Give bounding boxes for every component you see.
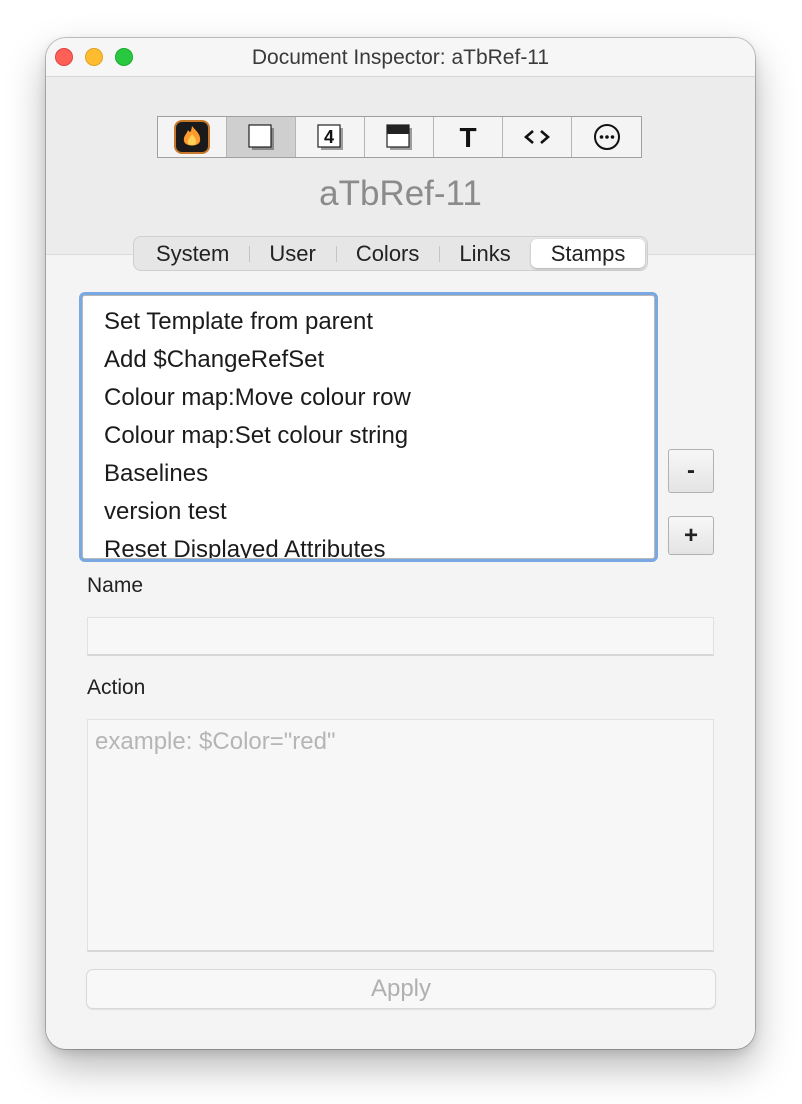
toolbar-button-more[interactable] bbox=[572, 117, 641, 157]
title-bar: Document Inspector: aTbRef-11 bbox=[46, 38, 755, 77]
toolbar-button-text[interactable]: T bbox=[434, 117, 503, 157]
list-item[interactable]: version test bbox=[83, 493, 654, 531]
list-item[interactable]: Baselines bbox=[83, 455, 654, 493]
action-placeholder: example: $Color="red" bbox=[95, 728, 336, 755]
toolbar-button-app[interactable] bbox=[158, 117, 227, 157]
toolbar-button-number[interactable]: 4 bbox=[296, 117, 365, 157]
window-title: Document Inspector: aTbRef-11 bbox=[251, 46, 550, 69]
tab-user[interactable]: User bbox=[249, 239, 335, 268]
name-label: Name bbox=[87, 574, 144, 597]
action-label: Action bbox=[87, 676, 146, 699]
inspector-toolbar: 4 T bbox=[157, 116, 642, 158]
list-item[interactable]: Add $ChangeRefSet bbox=[83, 341, 654, 379]
tab-colors[interactable]: Colors bbox=[335, 239, 440, 268]
flame-app-icon bbox=[174, 120, 210, 154]
text-T-icon: T bbox=[459, 122, 476, 153]
svg-text:4: 4 bbox=[324, 127, 334, 147]
more-ellipsis-icon bbox=[593, 124, 620, 150]
svg-text:T: T bbox=[459, 122, 476, 153]
list-item[interactable]: Set Template from parent bbox=[83, 303, 654, 341]
number-4-icon: 4 bbox=[317, 124, 343, 150]
code-brackets-icon bbox=[524, 130, 550, 144]
list-item[interactable]: Colour map:Set colour string bbox=[83, 417, 654, 455]
document-inspector-window: Document Inspector: aTbRef-11 4 T aTbRef… bbox=[46, 38, 755, 1049]
stamp-list[interactable]: Set Template from parent Add $ChangeRefS… bbox=[82, 295, 655, 559]
tab-system[interactable]: System bbox=[136, 239, 249, 268]
add-stamp-button[interactable]: + bbox=[668, 516, 714, 555]
name-field[interactable] bbox=[87, 617, 714, 656]
toolbar-button-appearance[interactable] bbox=[365, 117, 434, 157]
toolbar-button-document[interactable] bbox=[227, 117, 296, 157]
tab-stamps[interactable]: Stamps bbox=[530, 239, 646, 268]
list-item[interactable]: Colour map:Move colour row bbox=[83, 379, 654, 417]
document-name: aTbRef-11 bbox=[319, 174, 482, 213]
remove-stamp-button[interactable]: - bbox=[668, 449, 714, 493]
toolbar-button-code[interactable] bbox=[503, 117, 572, 157]
tab-links[interactable]: Links bbox=[439, 239, 530, 268]
window-shade-icon bbox=[386, 124, 412, 150]
inspector-tabs: System User Colors Links Stamps bbox=[134, 237, 648, 270]
action-field[interactable]: example: $Color="red" bbox=[87, 719, 714, 952]
apply-button[interactable]: Apply bbox=[86, 969, 716, 1009]
document-page-icon bbox=[248, 124, 274, 150]
list-item[interactable]: Reset Displayed Attributes bbox=[83, 531, 654, 558]
